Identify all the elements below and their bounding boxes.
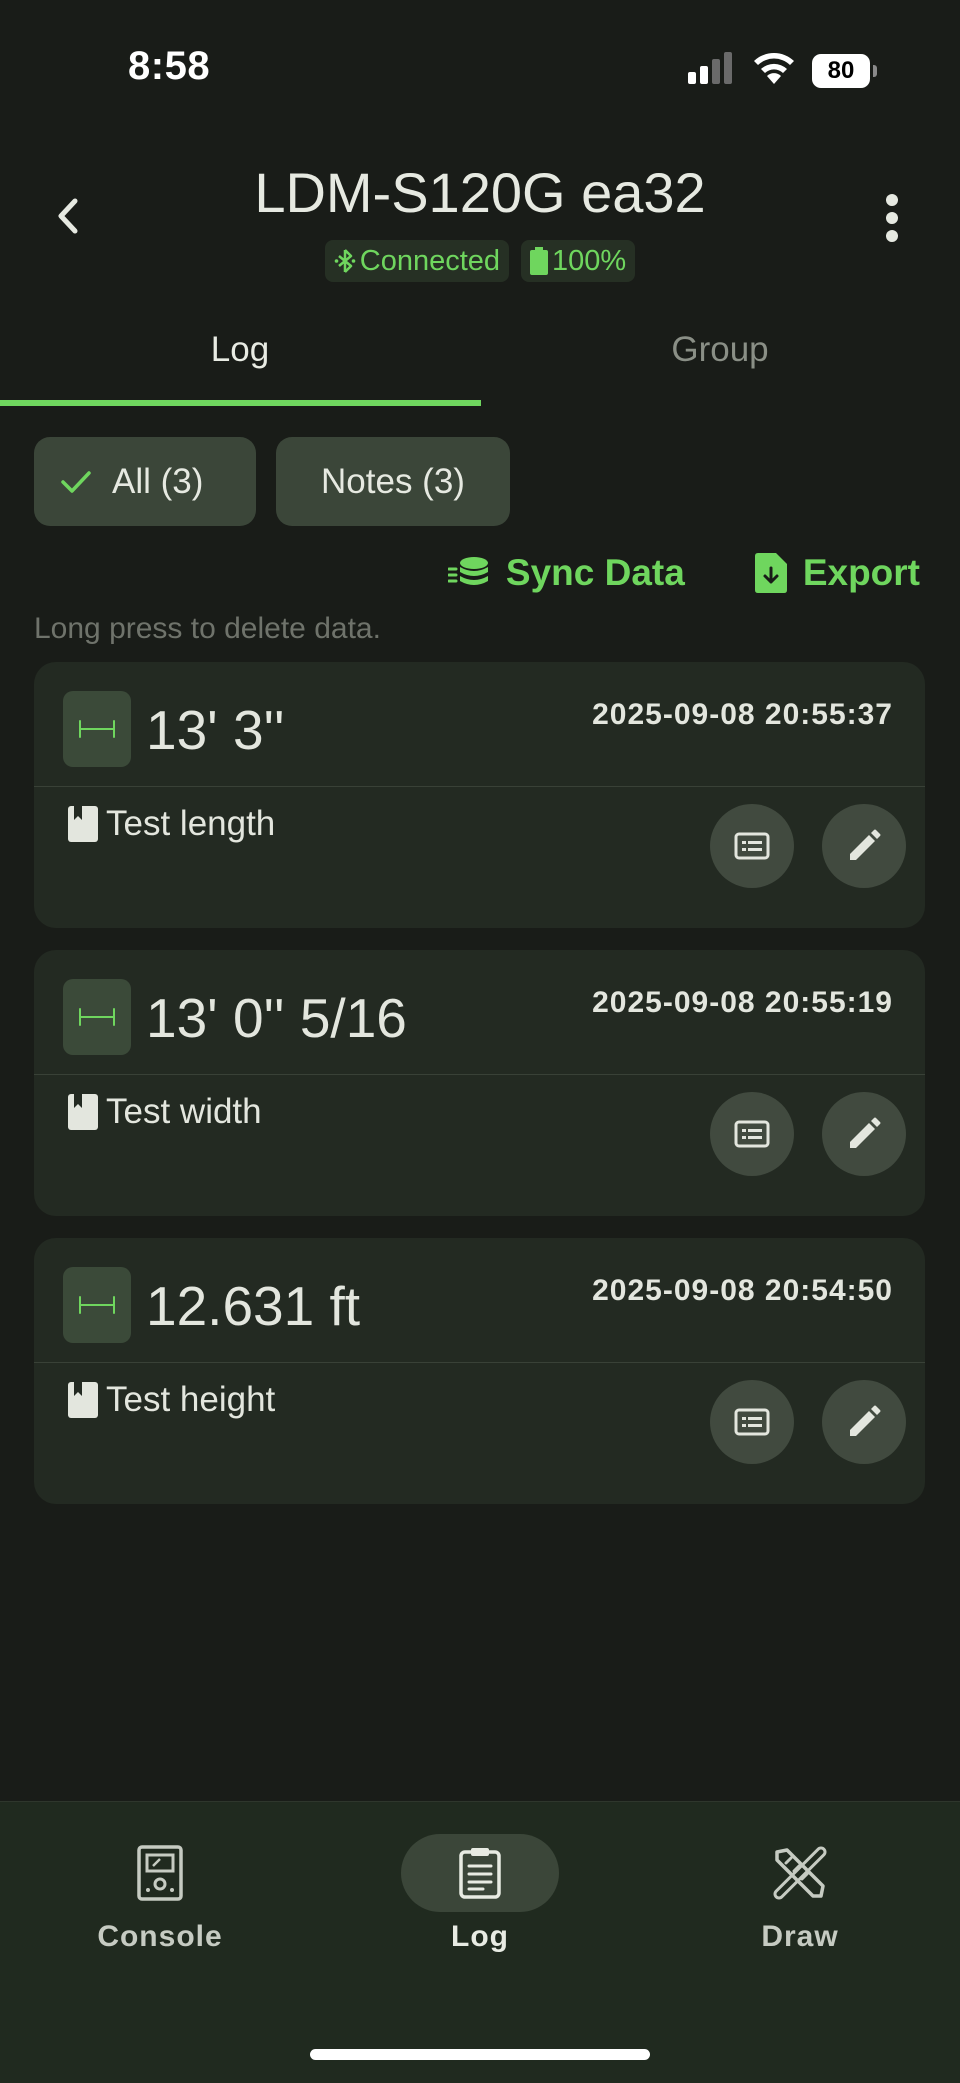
connection-status-label: Connected xyxy=(359,244,501,277)
card-divider xyxy=(34,1362,925,1363)
view-note-button[interactable] xyxy=(710,1092,794,1176)
view-note-button[interactable] xyxy=(710,1380,794,1464)
nav-console-label: Console xyxy=(97,1920,223,1953)
nav-draw[interactable]: Draw xyxy=(640,1802,960,1954)
record-note: Test length xyxy=(68,804,275,844)
pencil-ruler-icon xyxy=(773,1846,827,1900)
log-actions: Sync Data Export xyxy=(447,552,920,594)
pencil-icon xyxy=(850,829,881,860)
export-label: Export xyxy=(802,552,920,593)
nav-log-label: Log xyxy=(451,1920,509,1953)
bookmark-note-icon xyxy=(68,1382,98,1418)
log-record-card[interactable]: 12.631 ft 2025-09-08 20:54:50 Test heigh… xyxy=(34,1238,925,1504)
notes-icon xyxy=(734,1120,770,1148)
filter-chip-notes-label: Notes (3) xyxy=(321,461,465,501)
view-note-button[interactable] xyxy=(710,804,794,888)
filter-chip-all[interactable]: All (3) xyxy=(34,437,256,526)
tab-group[interactable]: Group xyxy=(480,312,960,408)
record-note: Test height xyxy=(68,1380,275,1420)
sync-data-label: Sync Data xyxy=(505,552,685,593)
battery-icon: 80 xyxy=(812,54,877,88)
nav-draw-label: Draw xyxy=(761,1920,839,1953)
record-note-text: Test height xyxy=(106,1380,276,1419)
device-battery-badge: 100% xyxy=(521,240,636,282)
device-title: LDM-S120G ea32 xyxy=(254,161,706,224)
delete-hint: Long press to delete data. xyxy=(34,612,381,645)
status-time: 8:58 xyxy=(128,44,211,88)
filter-chip-all-label: All (3) xyxy=(112,461,204,501)
log-record-card[interactable]: 13' 0'' 5/16 2025-09-08 20:55:19 Test wi… xyxy=(34,950,925,1216)
more-options-button[interactable] xyxy=(872,190,912,246)
tab-log[interactable]: Log xyxy=(0,312,480,408)
connection-badge: Connected xyxy=(324,240,510,282)
record-note: Test width xyxy=(68,1092,262,1132)
measurement-timestamp: 2025-09-08 20:54:50 xyxy=(592,1274,893,1307)
log-record-card[interactable]: 13' 3'' 2025-09-08 20:55:37 Test length xyxy=(34,662,925,928)
measurement-value: 13' 3'' xyxy=(146,699,285,761)
bottom-navigation: Console Log Draw xyxy=(0,1801,960,2083)
battery-level: 80 xyxy=(812,54,870,88)
edit-record-button[interactable] xyxy=(822,1380,906,1464)
pencil-icon xyxy=(850,1117,881,1148)
measure-distance-icon xyxy=(63,979,131,1055)
card-divider xyxy=(34,786,925,787)
filter-chips: All (3) Notes (3) xyxy=(34,437,510,526)
bluetooth-icon xyxy=(334,249,356,273)
file-download-icon xyxy=(754,553,787,593)
battery-full-icon xyxy=(530,247,549,275)
active-tab-indicator xyxy=(0,400,481,406)
nav-log[interactable]: Log xyxy=(320,1802,640,1954)
notes-icon xyxy=(734,1408,770,1436)
sync-data-button[interactable]: Sync Data xyxy=(447,552,685,594)
measurement-value: 12.631 ft xyxy=(146,1275,361,1337)
export-button[interactable]: Export xyxy=(754,552,920,594)
measurement-timestamp: 2025-09-08 20:55:37 xyxy=(592,698,893,731)
nav-console[interactable]: Console xyxy=(0,1802,320,1954)
bookmark-note-icon xyxy=(68,1094,98,1130)
pencil-icon xyxy=(850,1405,881,1436)
check-icon xyxy=(61,470,91,493)
measurement-timestamp: 2025-09-08 20:55:19 xyxy=(592,986,893,1019)
more-vertical-icon xyxy=(886,194,898,242)
clipboard-icon xyxy=(459,1848,501,1899)
measurement-value: 13' 0'' 5/16 xyxy=(146,987,407,1049)
home-indicator xyxy=(310,2049,650,2060)
bookmark-note-icon xyxy=(68,806,98,842)
database-sync-icon xyxy=(447,557,488,585)
filter-chip-notes[interactable]: Notes (3) xyxy=(276,437,510,526)
console-icon xyxy=(137,1845,183,1901)
measure-distance-icon xyxy=(63,691,131,767)
record-note-text: Test width xyxy=(106,1092,262,1131)
tab-bar: Log Group xyxy=(0,312,960,408)
record-note-text: Test length xyxy=(106,804,276,843)
wifi-icon xyxy=(754,53,794,84)
device-battery-label: 100% xyxy=(552,244,627,277)
edit-record-button[interactable] xyxy=(822,804,906,888)
cellular-signal-icon xyxy=(688,52,732,84)
measure-distance-icon xyxy=(63,1267,131,1343)
device-status-badges: Connected 100% xyxy=(0,240,960,282)
edit-record-button[interactable] xyxy=(822,1092,906,1176)
notes-icon xyxy=(734,832,770,860)
card-divider xyxy=(34,1074,925,1075)
status-bar: 8:58 80 xyxy=(0,0,960,120)
